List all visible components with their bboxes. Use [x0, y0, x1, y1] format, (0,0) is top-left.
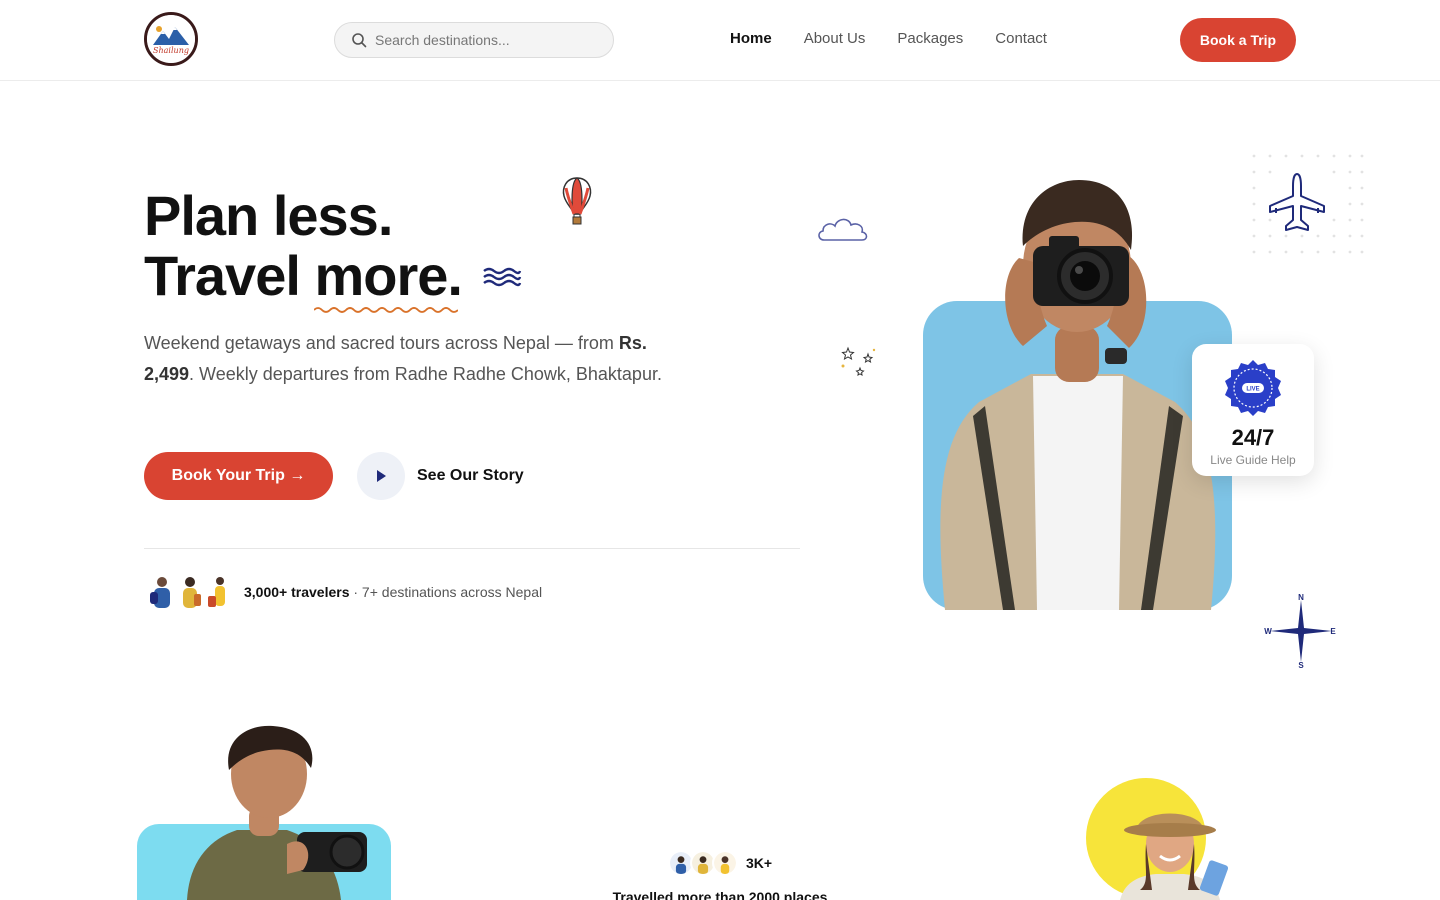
photographer-image	[940, 180, 1216, 610]
svg-text:Shailung: Shailung	[153, 46, 189, 55]
traveler-avatars	[146, 574, 230, 610]
live-badge-icon: LIVE	[1225, 360, 1281, 416]
headline-more-text: more.	[314, 244, 462, 307]
desc-part-1: Weekend getaways and sacred tours across…	[144, 333, 619, 353]
sparkle-stars-icon	[841, 346, 876, 376]
headline-more: more.	[314, 244, 463, 313]
svg-text:E: E	[1330, 627, 1336, 636]
travel-stats: 3K+ Travelled more than 2000 places	[600, 850, 840, 900]
search-bar[interactable]	[334, 22, 614, 58]
hero-divider	[144, 548, 800, 549]
live-guide-card: LIVE 24/7 Live Guide Help	[1192, 344, 1314, 476]
stats-avatar-3	[711, 850, 738, 876]
search-icon	[352, 33, 367, 48]
svg-text:N: N	[1298, 593, 1304, 602]
brand-logo[interactable]: Shailung	[144, 12, 198, 66]
cloud-icon	[818, 218, 868, 241]
hero-headline: Plan less. Travel more.	[144, 184, 463, 313]
search-input[interactable]	[375, 32, 605, 48]
headline-line-2: Travel more.	[144, 244, 463, 313]
hot-air-balloon-icon	[562, 177, 592, 225]
travelers-count: 3,000+ travelers	[244, 584, 350, 600]
mountain-logo-icon: Shailung	[147, 15, 195, 63]
svg-text:W: W	[1264, 627, 1272, 636]
see-our-story-button[interactable]: See Our Story	[357, 452, 524, 500]
compass-icon: N S E W	[1264, 593, 1336, 670]
travelers-stat: 3K+	[745, 855, 773, 871]
nav-packages[interactable]: Packages	[897, 30, 963, 47]
social-proof: 3,000+ travelers · 7+ destinations acros…	[146, 574, 542, 610]
site-header: Shailung Home About Us Packages Contact …	[0, 0, 1440, 81]
squiggle-underline-icon	[314, 307, 459, 313]
desc-part-2: . Weekly departures from Radhe Radhe Cho…	[189, 364, 662, 384]
nav-about-us[interactable]: About Us	[804, 30, 866, 47]
main-nav: Home About Us Packages Contact	[730, 30, 1047, 47]
airplane-icon	[1269, 173, 1325, 231]
social-proof-text: 3,000+ travelers · 7+ destinations acros…	[244, 584, 542, 600]
live-guide-label: Live Guide Help	[1210, 453, 1296, 467]
destinations-text: · 7+ destinations across Nepal	[349, 584, 543, 600]
play-icon	[377, 470, 386, 482]
headline-travel: Travel	[144, 244, 315, 307]
nav-contact[interactable]: Contact	[995, 30, 1047, 47]
play-button[interactable]	[357, 452, 405, 500]
book-your-trip-button[interactable]: Book Your Trip →	[144, 452, 333, 500]
svg-text:S: S	[1298, 661, 1304, 670]
stats-avatars-row: 3K+	[667, 850, 773, 876]
nav-home[interactable]: Home	[730, 30, 772, 47]
stats-caption: Travelled more than 2000 places	[612, 889, 828, 900]
live-guide-value: 24/7	[1231, 425, 1275, 450]
traveler-avatar-3	[208, 577, 225, 607]
hero-description: Weekend getaways and sacred tours across…	[144, 328, 664, 390]
headline-line-1: Plan less.	[144, 184, 393, 247]
smiling-photographer-image	[187, 725, 367, 900]
smiling-traveler-woman-image	[1120, 813, 1229, 900]
book-a-trip-button[interactable]: Book a Trip	[1180, 18, 1296, 62]
svg-text:LIVE: LIVE	[1246, 387, 1259, 393]
see-our-story-label: See Our Story	[417, 467, 524, 484]
waves-icon	[483, 267, 522, 287]
